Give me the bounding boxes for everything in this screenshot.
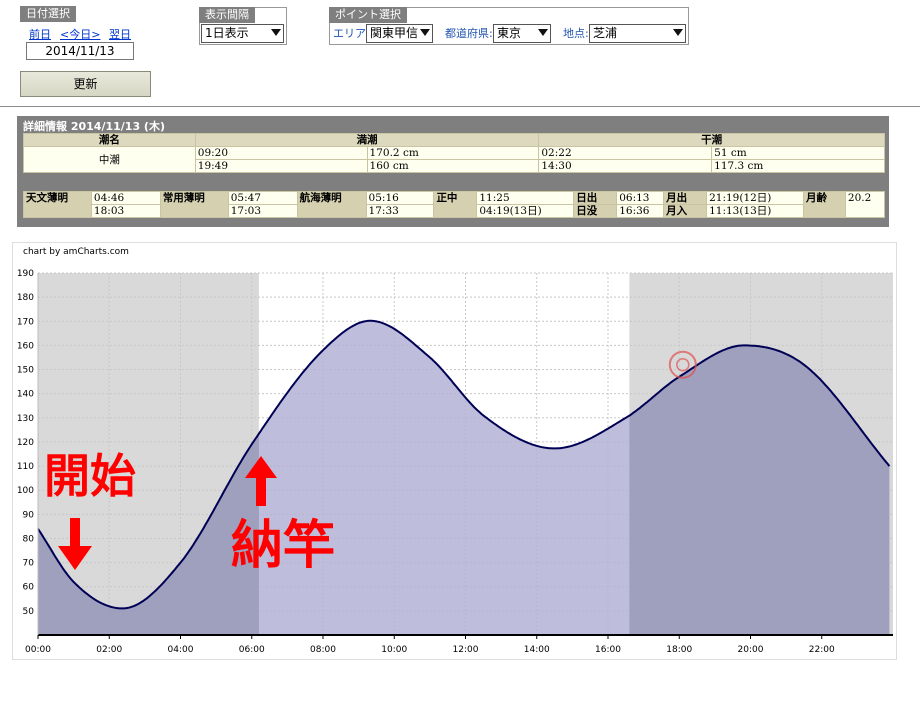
point-select-label: ポイント選択 xyxy=(329,7,407,23)
date-select-label: 日付選択 xyxy=(20,6,76,22)
chart-container xyxy=(12,242,897,660)
tide-name: 中潮 xyxy=(23,146,196,173)
moonset-time: 11:13(13日) xyxy=(706,204,804,218)
prefecture-label: 都道府県: xyxy=(445,27,493,40)
chart-credit[interactable]: chart by amCharts.com xyxy=(23,247,129,257)
next-day-link[interactable]: 翌日 xyxy=(109,26,131,42)
arrow-up-icon xyxy=(245,456,277,506)
area-select[interactable]: 関東甲信 xyxy=(366,24,433,43)
tide-name-header: 潮名 xyxy=(23,133,196,147)
astro-twilight-start: 04:46 xyxy=(90,191,161,205)
today-link[interactable]: <今日> xyxy=(60,26,100,42)
header-divider xyxy=(0,106,920,107)
meridian-2: 04:19(13日) xyxy=(476,204,575,218)
retract-annotation: 納竿 xyxy=(231,516,336,576)
chevron-down-icon xyxy=(420,29,430,36)
low-time-1: 02:22 xyxy=(538,146,713,160)
nautical-twilight-label: 航海薄明 xyxy=(296,191,367,218)
interval-select-value: 1日表示 xyxy=(205,26,249,40)
civil-twilight-end: 17:03 xyxy=(227,204,298,218)
astro-twilight-end: 18:03 xyxy=(90,204,161,218)
moonrise-label: 月出 xyxy=(663,191,708,205)
low-tide-header: 干潮 xyxy=(538,133,885,147)
nautical-twilight-start: 05:16 xyxy=(365,191,435,205)
high-height-2: 160 cm xyxy=(366,159,540,173)
moon-age-value: 20.2 xyxy=(844,191,886,218)
meridian-label: 正中 xyxy=(433,191,478,218)
low-height-2: 117.3 cm xyxy=(711,159,885,173)
interval-select[interactable]: 1日表示 xyxy=(201,24,284,43)
meridian-1: 11:25 xyxy=(476,191,575,205)
prev-day-link[interactable]: 前日 xyxy=(29,26,51,42)
nautical-twilight-end: 17:33 xyxy=(365,204,435,218)
astro-twilight-label: 天文薄明 xyxy=(23,191,92,218)
high-tide-header: 満潮 xyxy=(194,133,540,147)
moonset-label: 月入 xyxy=(663,204,708,218)
chevron-down-icon xyxy=(271,29,281,36)
moonrise-time: 21:19(12日) xyxy=(706,191,804,205)
spot-label: 地点: xyxy=(563,27,589,40)
high-time-2: 19:49 xyxy=(194,159,368,173)
update-button[interactable]: 更新 xyxy=(20,71,151,97)
high-time-1: 09:20 xyxy=(194,146,368,160)
high-height-1: 170.2 cm xyxy=(366,146,540,160)
astro-table: 天文薄明 04:46 常用薄明 05:47 航海薄明 05:16 正中 11:2… xyxy=(23,191,886,218)
civil-twilight-label: 常用薄明 xyxy=(159,191,229,218)
spot-select[interactable]: 芝浦 xyxy=(589,24,686,43)
sunset-time: 16:36 xyxy=(616,204,665,218)
sunset-label: 日没 xyxy=(573,204,618,218)
area-select-value: 関東甲信 xyxy=(370,26,419,40)
civil-twilight-start: 05:47 xyxy=(227,191,298,205)
date-field[interactable]: 2014/11/13 xyxy=(26,42,134,60)
moon-age-label: 月齢 xyxy=(802,191,846,218)
sunrise-time: 06:13 xyxy=(616,191,665,205)
prefecture-select-value: 東京 xyxy=(497,26,522,40)
detail-title: 詳細情報 2014/11/13 (木) xyxy=(23,120,165,133)
chevron-down-icon xyxy=(673,29,683,36)
spot-select-value: 芝浦 xyxy=(593,26,618,40)
area-label: エリア: xyxy=(333,27,370,40)
arrow-down-icon xyxy=(58,518,92,570)
low-height-1: 51 cm xyxy=(711,146,885,160)
sunrise-label: 日出 xyxy=(573,191,618,205)
low-time-2: 14:30 xyxy=(538,159,713,173)
prefecture-select[interactable]: 東京 xyxy=(493,24,551,43)
interval-select-label: 表示間隔 xyxy=(199,7,255,23)
chevron-down-icon xyxy=(538,29,548,36)
tide-table: 潮名 満潮 干潮 中潮 09:20 170.2 cm 02:22 51 cm 1… xyxy=(23,133,885,173)
start-annotation: 開始 xyxy=(44,449,136,503)
